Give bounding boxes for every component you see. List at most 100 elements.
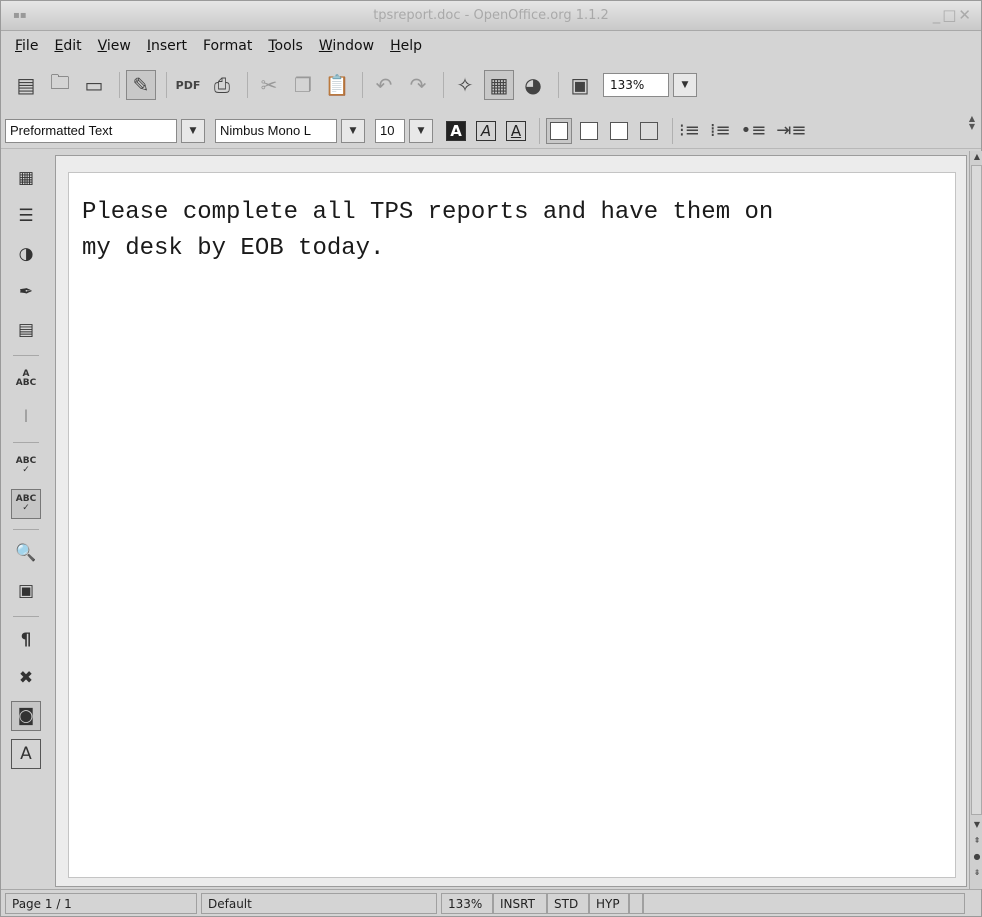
- form-functions-icon[interactable]: ▤: [11, 315, 41, 345]
- chevron-down-icon[interactable]: ▼: [341, 118, 365, 143]
- status-bar: Page 1 / 1 Default 133% INSRT STD HYP: [1, 889, 981, 916]
- document-area[interactable]: Please complete all TPS reports and have…: [55, 155, 967, 887]
- autospellcheck-icon[interactable]: ABC ✓: [11, 489, 41, 519]
- minimize-icon[interactable]: _: [933, 6, 943, 24]
- toolbar-separator: [13, 616, 39, 617]
- navigation-icon[interactable]: ●: [971, 851, 982, 863]
- paragraph-style-field[interactable]: Preformatted Text: [5, 118, 177, 143]
- cut-icon[interactable]: ✂: [254, 70, 284, 100]
- chevron-down-icon[interactable]: ▼: [409, 118, 433, 143]
- toolbar-separator: [672, 117, 673, 144]
- document-page[interactable]: Please complete all TPS reports and have…: [68, 172, 956, 878]
- insert-fields-icon[interactable]: ☰: [11, 201, 41, 231]
- zoom-field[interactable]: 133%: [603, 73, 669, 97]
- direct-cursor-icon[interactable]: A: [11, 739, 41, 769]
- window-controls: _□✕: [933, 6, 973, 24]
- nonprinting-chars-icon[interactable]: ¶: [11, 625, 41, 655]
- title-bar[interactable]: ▪▪ tpsreport.doc - OpenOffice.org 1.1.2 …: [1, 1, 981, 31]
- text-cursor-icon[interactable]: I: [11, 402, 41, 432]
- open-folder-icon[interactable]: 🗀: [45, 70, 75, 100]
- align-right-icon: [610, 121, 628, 140]
- paragraph-style-combo[interactable]: Preformatted Text ▼: [5, 118, 205, 143]
- vertical-scrollbar[interactable]: ▲ ▼ ⇞ ● ⇟: [969, 151, 982, 889]
- stylist-icon[interactable]: ▦: [484, 70, 514, 100]
- status-page[interactable]: Page 1 / 1: [5, 892, 197, 914]
- draw-functions-icon[interactable]: ✒: [11, 277, 41, 307]
- justify-button[interactable]: [636, 118, 662, 144]
- toolbar-separator: [539, 117, 540, 144]
- gallery-icon[interactable]: ◕: [518, 70, 548, 100]
- status-insert-mode[interactable]: INSRT: [493, 892, 547, 914]
- export-pdf-icon[interactable]: PDF: [173, 70, 203, 100]
- italic-icon: A: [476, 120, 496, 141]
- toolbar-scroll-arrows[interactable]: ▲ ▼: [967, 115, 977, 131]
- save-icon[interactable]: ▭: [79, 70, 109, 100]
- load-url-icon[interactable]: ▤: [11, 70, 41, 100]
- status-zoom[interactable]: 133%: [441, 892, 493, 914]
- align-center-button[interactable]: [576, 118, 602, 144]
- menu-view[interactable]: View: [90, 38, 139, 54]
- maximize-icon[interactable]: □: [942, 6, 958, 24]
- spellcheck-icon[interactable]: ABC ✓: [11, 451, 41, 481]
- edit-file-icon[interactable]: ✎: [126, 70, 156, 100]
- bold-button[interactable]: A: [443, 118, 469, 144]
- formatting-toolbar: Preformatted Text ▼ Nimbus Mono L ▼ 10 ▼…: [1, 113, 981, 149]
- print-icon[interactable]: ⎙: [207, 70, 237, 100]
- close-icon[interactable]: ✕: [958, 6, 973, 24]
- bullets-icon[interactable]: ⁞≡: [710, 120, 731, 141]
- menu-edit[interactable]: Edit: [46, 38, 89, 54]
- scroll-up-icon[interactable]: ▲: [971, 151, 982, 163]
- zoom-combo[interactable]: 133% ▼: [603, 73, 697, 97]
- app-window: ▪▪ tpsreport.doc - OpenOffice.org 1.1.2 …: [0, 0, 982, 917]
- redo-icon[interactable]: ↷: [403, 70, 433, 100]
- align-left-icon: [550, 121, 568, 140]
- next-page-icon[interactable]: ⇟: [971, 867, 982, 879]
- document-text[interactable]: Please complete all TPS reports and have…: [82, 195, 942, 267]
- font-size-field[interactable]: 10: [375, 118, 405, 143]
- status-hyperlink-mode[interactable]: HYP: [589, 892, 629, 914]
- chevron-down-icon[interactable]: ▼: [673, 73, 697, 97]
- scrollbar-thumb[interactable]: [971, 165, 982, 815]
- status-page-style[interactable]: Default: [201, 892, 437, 914]
- toolbar-separator: [247, 72, 248, 98]
- align-right-button[interactable]: [606, 118, 632, 144]
- paste-icon[interactable]: 📋: [322, 70, 352, 100]
- online-layout-icon[interactable]: ◙: [11, 701, 41, 731]
- font-size-combo[interactable]: 10 ▼: [375, 118, 433, 143]
- data-sources-icon[interactable]: ▣: [11, 576, 41, 606]
- align-center-icon: [580, 121, 598, 140]
- data-sources-icon[interactable]: ▣: [565, 70, 595, 100]
- chevron-down-icon[interactable]: ▼: [181, 118, 205, 143]
- italic-button[interactable]: A: [473, 118, 499, 144]
- scroll-down-icon[interactable]: ▼: [971, 819, 982, 831]
- menu-insert[interactable]: Insert: [139, 38, 195, 54]
- edit-autotext-icon[interactable]: A ABC: [11, 364, 41, 394]
- status-selection-mode[interactable]: STD: [547, 892, 589, 914]
- insert-objects-icon[interactable]: ◑: [11, 239, 41, 269]
- menu-format[interactable]: Format: [195, 38, 260, 54]
- underline-icon: A: [506, 120, 526, 141]
- insert-table-icon[interactable]: ▦: [11, 163, 41, 193]
- window-title: tpsreport.doc - OpenOffice.org 1.1.2: [373, 8, 609, 23]
- menu-window[interactable]: Window: [311, 38, 382, 54]
- menu-file[interactable]: File: [7, 38, 46, 54]
- font-name-combo[interactable]: Nimbus Mono L ▼: [215, 118, 365, 143]
- underline-button[interactable]: A: [503, 118, 529, 144]
- function-toolbar: ▤ 🗀 ▭ ✎ PDF ⎙ ✂ ❐ 📋 ↶ ↷ ✧ ▦ ◕ ▣ 133% ▼: [1, 65, 981, 105]
- toolbar-separator: [558, 72, 559, 98]
- font-name-field[interactable]: Nimbus Mono L: [215, 118, 337, 143]
- numbering-icon[interactable]: ⁝≡: [679, 120, 700, 141]
- navigator-icon[interactable]: ✧: [450, 70, 480, 100]
- previous-page-icon[interactable]: ⇞: [971, 835, 982, 847]
- graphics-off-icon[interactable]: ✖: [11, 663, 41, 693]
- toolbar-separator: [166, 72, 167, 98]
- increase-indent-icon[interactable]: ⇥≡: [776, 120, 806, 141]
- menu-tools[interactable]: Tools: [260, 38, 311, 54]
- toolbar-separator: [13, 529, 39, 530]
- menu-help[interactable]: Help: [382, 38, 430, 54]
- find-replace-icon[interactable]: 🔍: [11, 538, 41, 568]
- undo-icon[interactable]: ↶: [369, 70, 399, 100]
- copy-icon[interactable]: ❐: [288, 70, 318, 100]
- align-left-button[interactable]: [546, 117, 572, 144]
- decrease-indent-icon[interactable]: •≡: [741, 120, 767, 141]
